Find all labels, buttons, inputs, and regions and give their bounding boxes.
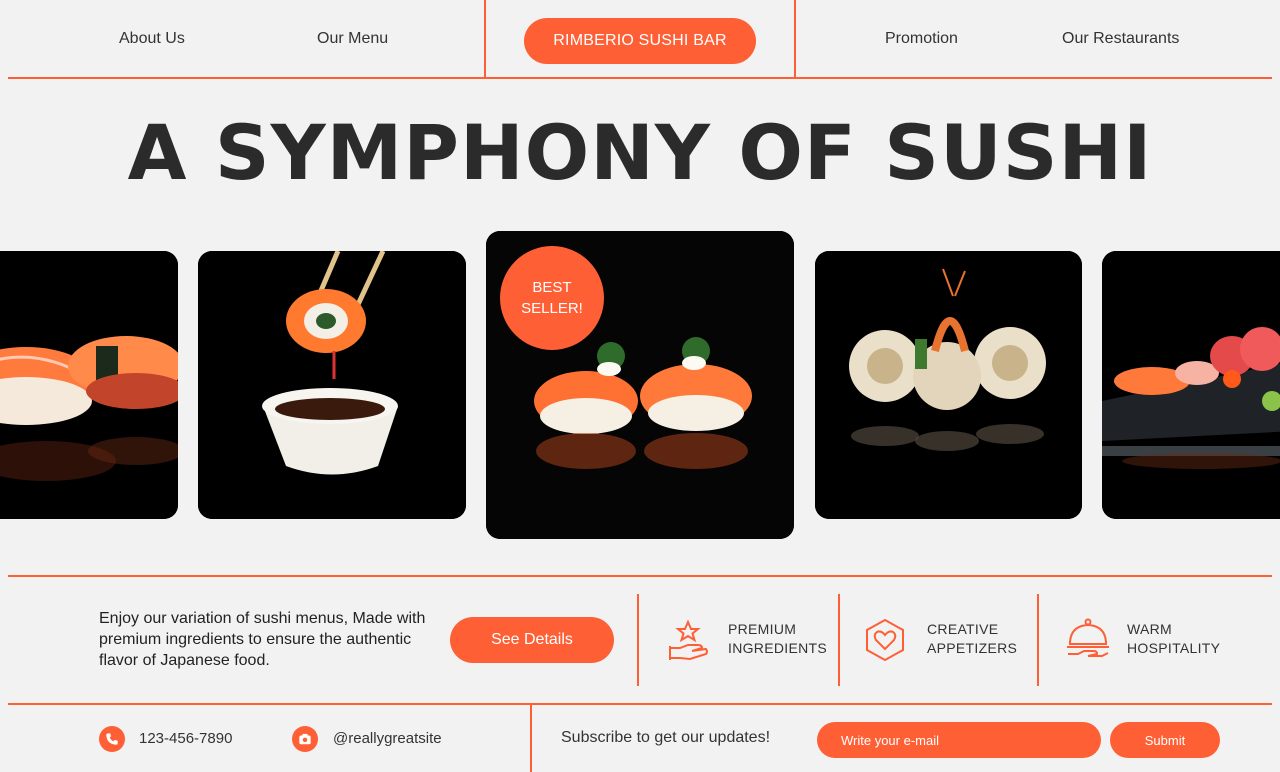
phone-number[interactable]: 123-456-7890 [139, 730, 232, 747]
gallery-image-tempura-roll[interactable] [815, 251, 1082, 519]
brand-button[interactable]: RIMBERIO SUSHI BAR [524, 18, 756, 64]
page-title: A SYMPHONY OF SUSHI [127, 108, 1153, 197]
submit-button[interactable]: Submit [1110, 722, 1220, 758]
feature-label-line: CREATIVE [927, 621, 999, 637]
see-details-button[interactable]: See Details [450, 617, 614, 663]
feature-label-line: INGREDIENTS [728, 640, 827, 656]
nav-our-menu[interactable]: Our Menu [317, 30, 388, 48]
star-hand-icon [666, 618, 710, 662]
gallery-image-salmon-nigiri[interactable] [0, 251, 178, 519]
feature-creative-appetizers: CREATIVE APPETIZERS [927, 620, 1017, 658]
nav-promotion[interactable]: Promotion [885, 30, 958, 48]
email-input[interactable] [817, 722, 1101, 758]
phone-icon [99, 726, 125, 752]
camera-icon [292, 726, 318, 752]
section-divider [8, 575, 1272, 577]
feature-divider [1037, 594, 1039, 686]
description-text: Enjoy our variation of sushi menus, Made… [99, 610, 426, 669]
feature-label-line: HOSPITALITY [1127, 640, 1221, 656]
feature-warm-hospitality: WARM HOSPITALITY [1127, 620, 1220, 658]
nav-divider [794, 0, 796, 78]
header-divider [8, 77, 1272, 79]
nav-our-restaurants[interactable]: Our Restaurants [1062, 30, 1179, 48]
nav-divider [484, 0, 486, 78]
cloche-icon [1064, 616, 1109, 660]
feature-divider [838, 594, 840, 686]
badge-line-1: BEST [532, 279, 572, 296]
subscribe-text: Subscribe to get our updates! [561, 729, 771, 746]
feature-divider [637, 594, 639, 686]
feature-label-line: PREMIUM [728, 621, 797, 637]
best-seller-badge: BEST SELLER! [500, 246, 604, 350]
gallery-image-chopsticks-roll[interactable] [198, 251, 466, 519]
footer-vertical-divider [530, 704, 532, 772]
gallery-image-sashimi-platter[interactable] [1102, 251, 1280, 519]
badge-line-2: SELLER! [521, 300, 583, 317]
footer-divider [8, 703, 1272, 705]
feature-premium-ingredients: PREMIUM INGREDIENTS [728, 620, 827, 658]
social-handle[interactable]: @reallygreatsite [333, 730, 442, 747]
feature-label-line: WARM [1127, 621, 1173, 637]
heart-hexagon-icon [863, 618, 907, 662]
nav-about-us[interactable]: About Us [119, 30, 185, 48]
feature-label-line: APPETIZERS [927, 640, 1018, 656]
